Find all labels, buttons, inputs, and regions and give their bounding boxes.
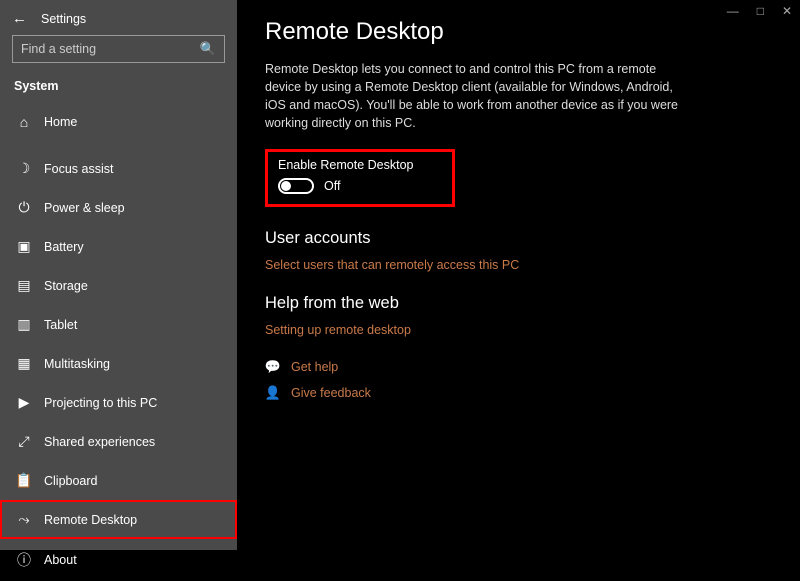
clipboard-icon: 📋: [16, 472, 32, 489]
help-setup-link[interactable]: Setting up remote desktop: [265, 323, 772, 337]
toggle-row: Off: [278, 178, 442, 194]
sidebar-item-home[interactable]: ⌂ Home: [0, 103, 237, 141]
sidebar-item-multitasking[interactable]: ▦ Multitasking: [0, 344, 237, 383]
sidebar-items: ⌂ Home ☽ Focus assist ⏻ Power & sleep ▣ …: [0, 103, 237, 581]
tablet-icon: ▥: [16, 316, 32, 333]
get-help-row: 💬 Get help: [265, 359, 772, 375]
help-from-web-title: Help from the web: [265, 294, 772, 313]
feedback-icon: 👤: [265, 385, 281, 401]
sidebar-item-label: Remote Desktop: [44, 513, 137, 527]
get-help-icon: 💬: [265, 359, 281, 375]
user-accounts-title: User accounts: [265, 229, 772, 248]
sidebar-item-battery[interactable]: ▣ Battery: [0, 227, 237, 266]
toggle-state: Off: [324, 179, 340, 193]
home-icon: ⌂: [16, 114, 32, 130]
select-users-link[interactable]: Select users that can remotely access th…: [265, 258, 772, 272]
sidebar-item-label: Tablet: [44, 318, 77, 332]
give-feedback-row: 👤 Give feedback: [265, 385, 772, 401]
sidebar-item-label: About: [44, 553, 77, 567]
sidebar-item-label: Battery: [44, 240, 84, 254]
sidebar-item-label: Focus assist: [44, 162, 113, 176]
app-title: Settings: [41, 12, 86, 26]
sidebar-item-label: Storage: [44, 279, 88, 293]
moon-icon: ☽: [16, 160, 32, 177]
multitasking-icon: ▦: [16, 355, 32, 372]
sidebar-item-focus-assist[interactable]: ☽ Focus assist: [0, 149, 237, 188]
page-title: Remote Desktop: [265, 18, 772, 46]
maximize-button[interactable]: □: [757, 4, 764, 18]
info-icon: ⓘ: [16, 550, 32, 570]
close-button[interactable]: ✕: [782, 4, 792, 18]
power-icon: ⏻: [16, 199, 32, 216]
battery-icon: ▣: [16, 238, 32, 255]
get-help-link[interactable]: Get help: [291, 360, 338, 374]
sidebar-item-remote-desktop[interactable]: ⤳ Remote Desktop: [0, 500, 237, 539]
toggle-knob: [281, 181, 291, 191]
sidebar-item-tablet[interactable]: ▥ Tablet: [0, 305, 237, 344]
share-icon: ⤢: [16, 433, 32, 450]
sidebar-item-power-sleep[interactable]: ⏻ Power & sleep: [0, 188, 237, 227]
search-input[interactable]: [21, 42, 200, 56]
section-label: System: [0, 73, 237, 103]
sidebar-item-label: Home: [44, 115, 77, 129]
remote-desktop-icon: ⤳: [16, 511, 32, 528]
toggle-label: Enable Remote Desktop: [278, 158, 442, 172]
page-description: Remote Desktop lets you connect to and c…: [265, 60, 695, 133]
minimize-button[interactable]: —: [727, 4, 739, 18]
sidebar-item-label: Power & sleep: [44, 201, 125, 215]
sidebar-item-shared-experiences[interactable]: ⤢ Shared experiences: [0, 422, 237, 461]
search-icon: 🔍: [200, 41, 216, 57]
sidebar-item-label: Multitasking: [44, 357, 110, 371]
sidebar: ← Settings 🔍 System ⌂ Home ☽ Focus assis…: [0, 0, 237, 550]
projecting-icon: ▶: [16, 394, 32, 411]
back-arrow-icon[interactable]: ←: [12, 10, 27, 27]
sidebar-item-label: Clipboard: [44, 474, 98, 488]
sidebar-item-about[interactable]: ⓘ About: [0, 539, 237, 581]
sidebar-item-label: Projecting to this PC: [44, 396, 157, 410]
storage-icon: ▤: [16, 277, 32, 294]
enable-remote-desktop-block: Enable Remote Desktop Off: [265, 149, 455, 207]
sidebar-item-label: Shared experiences: [44, 435, 155, 449]
sidebar-header: ← Settings: [0, 0, 237, 35]
give-feedback-link[interactable]: Give feedback: [291, 386, 371, 400]
sidebar-item-projecting[interactable]: ▶ Projecting to this PC: [0, 383, 237, 422]
search-container: 🔍: [0, 35, 237, 73]
search-box[interactable]: 🔍: [12, 35, 225, 63]
enable-remote-desktop-toggle[interactable]: [278, 178, 314, 194]
sidebar-item-storage[interactable]: ▤ Storage: [0, 266, 237, 305]
sidebar-item-clipboard[interactable]: 📋 Clipboard: [0, 461, 237, 500]
main-content: — □ ✕ Remote Desktop Remote Desktop lets…: [237, 0, 800, 550]
window-controls: — □ ✕: [727, 4, 792, 18]
